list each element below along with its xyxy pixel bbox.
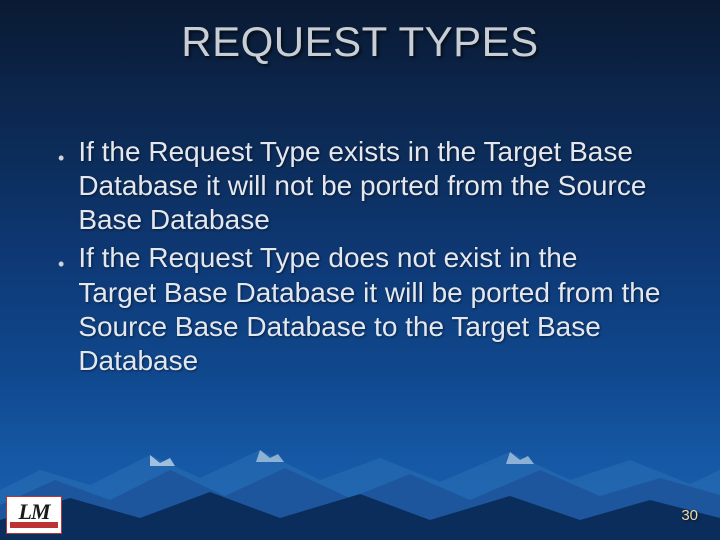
mountain-background-icon (0, 400, 720, 540)
slide-title: REQUEST TYPES (0, 18, 720, 66)
slide-body: • If the Request Type exists in the Targ… (58, 135, 662, 382)
logo-bar-icon (10, 522, 58, 528)
bullet-item: • If the Request Type does not exist in … (58, 241, 662, 378)
bullet-text: If the Request Type does not exist in th… (78, 241, 662, 378)
bullet-item: • If the Request Type exists in the Targ… (58, 135, 662, 237)
logo-text: LM (19, 502, 50, 522)
bullet-text: If the Request Type exists in the Target… (78, 135, 662, 237)
bullet-dot-icon: • (58, 149, 64, 167)
bullet-dot-icon: • (58, 255, 64, 273)
slide: REQUEST TYPES • If the Request Type exis… (0, 0, 720, 540)
logo: LM (6, 496, 62, 534)
page-number: 30 (681, 507, 698, 524)
